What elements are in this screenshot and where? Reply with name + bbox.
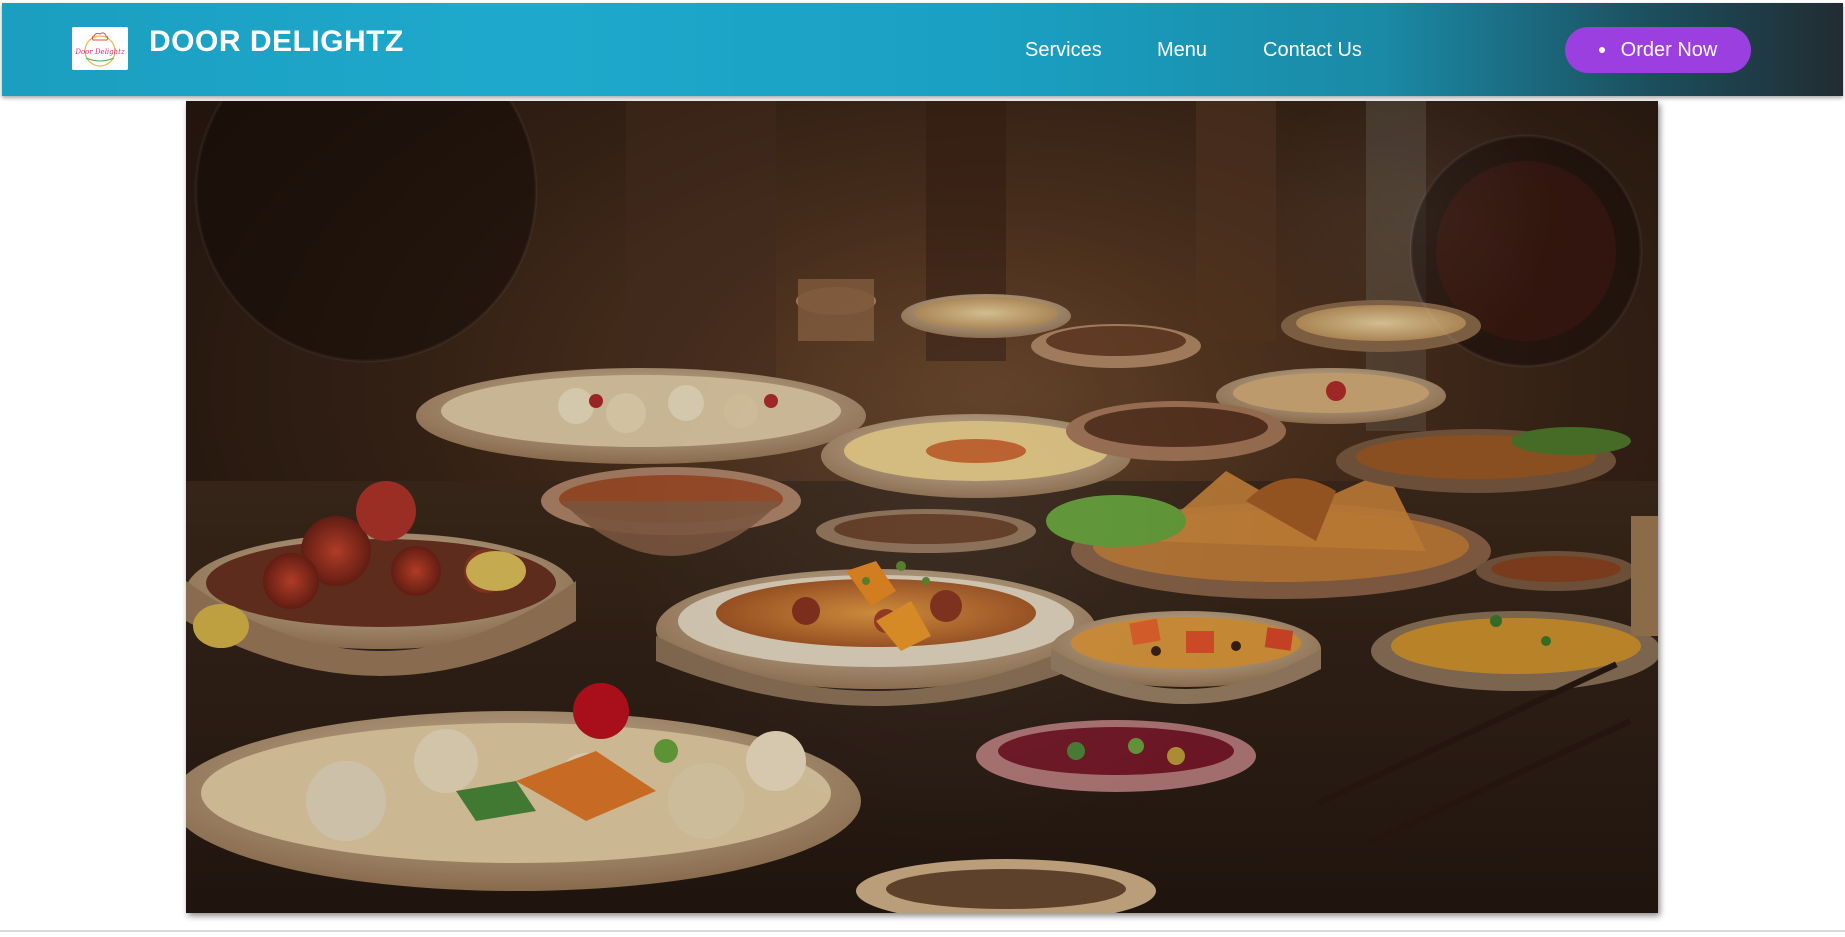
logo-icon: Door Delightz [72, 27, 128, 70]
nav-menu-link[interactable]: Menu [1157, 39, 1207, 62]
food-spread-illustration [186, 101, 1658, 913]
bullet-icon [1598, 47, 1605, 53]
order-now-button[interactable]: Order Now [1565, 27, 1751, 73]
nav-contact-link[interactable]: Contact Us [1263, 39, 1362, 62]
nav-services-link[interactable]: Services [1025, 39, 1102, 62]
brand-name[interactable]: DOOR DELIGHTZ [149, 25, 404, 59]
logo-text: Door Delightz [74, 48, 125, 56]
bottom-divider [0, 930, 1845, 932]
brand-logo[interactable]: Door Delightz [72, 27, 128, 70]
hero-food-image [186, 101, 1658, 913]
page: Door Delightz DOOR DELIGHTZ Services Men… [0, 0, 1845, 937]
order-now-label: Order Now [1620, 38, 1718, 61]
navbar: Door Delightz DOOR DELIGHTZ Services Men… [2, 3, 1843, 96]
